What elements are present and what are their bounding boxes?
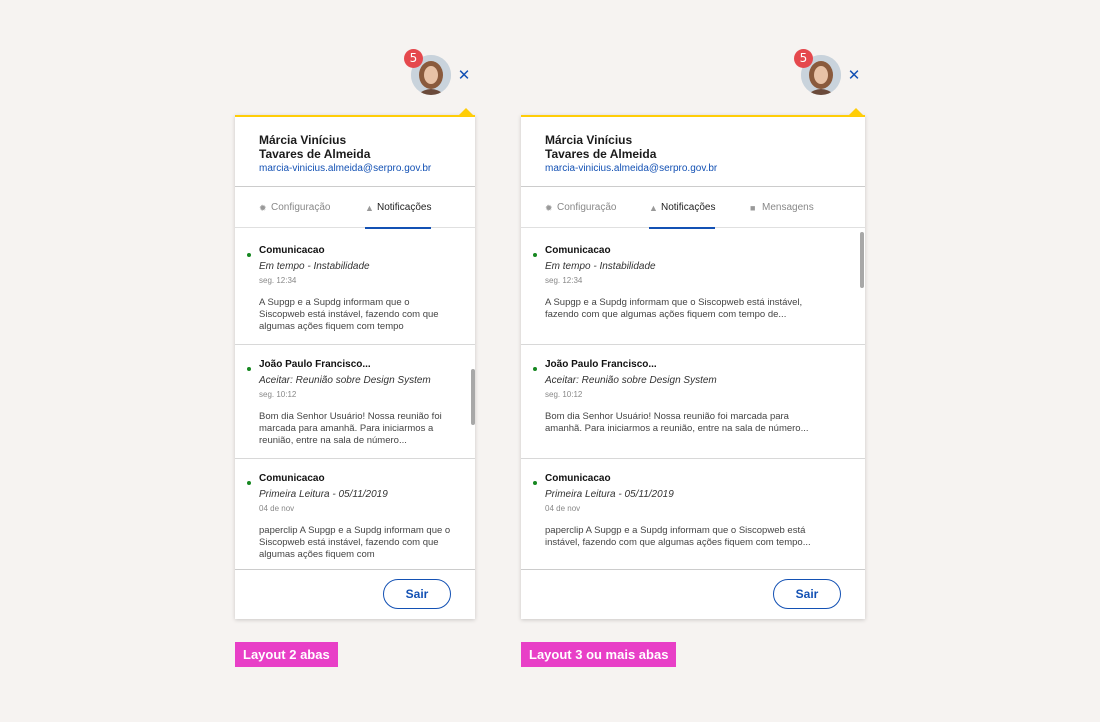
user-name-line2: Tavares de Almeida [545,147,657,161]
item-time: seg. 10:12 [545,390,583,399]
gear-icon: ✹ [545,202,553,213]
item-time: 04 de nov [545,504,581,513]
item-body: A Supgp e a Supdg informam que o Siscopw… [545,297,803,320]
item-body: paperclip A Supgp e a Supdg informam que… [259,525,451,560]
envelope-icon: ■ [750,202,756,213]
tab-label: Mensagens [762,202,814,213]
scrollbar-thumb[interactable] [860,232,864,288]
list-item[interactable]: Comunicacao Primeira Leitura - 05/11/201… [521,459,865,573]
user-email-link[interactable]: marcia-vinicius.almeida@serpro.gov.br [545,163,865,174]
bell-icon: ▲ [365,202,374,213]
item-subtitle: Em tempo - Instabilidade [259,261,370,272]
item-title: Comunicacao [259,473,325,484]
user-panel-three-tabs: Márcia Vinícius Tavares de Almeida marci… [521,108,865,619]
item-time: seg. 12:34 [545,276,583,285]
item-title: Comunicacao [259,245,325,256]
unread-dot [247,367,251,371]
layout-label-three-tabs: Layout 3 ou mais abas [521,642,677,667]
panel-footer: Sair [521,569,865,619]
logout-button[interactable]: Sair [383,579,451,609]
notification-list[interactable]: Comunicacao Em tempo - Instabilidade seg… [521,231,865,573]
item-body: Bom dia Senhor Usuário! Nossa reunião fo… [259,411,442,446]
list-item[interactable]: Comunicacao Em tempo - Instabilidade seg… [235,231,475,345]
close-icon[interactable]: ✕ [457,68,471,83]
tab-label: Notificações [661,202,716,213]
item-title: Comunicacao [545,245,611,256]
user-avatar-button[interactable]: 5 [404,49,451,95]
user-name-line2: Tavares de Almeida [259,147,371,161]
user-name-line1: Márcia Vinícius [545,133,633,147]
tab-configuracao[interactable]: ✹ Configuração [545,187,616,228]
item-subtitle: Aceitar: Reunião sobre Design System [545,375,717,386]
tab-label: Configuração [271,202,331,213]
unread-dot [533,481,537,485]
logout-button[interactable]: Sair [773,579,841,609]
tab-notificacoes[interactable]: ▲ Notificações [365,187,432,229]
panel-caret [849,108,863,115]
list-item[interactable]: João Paulo Francisco... Aceitar: Reunião… [521,345,865,459]
unread-dot [247,481,251,485]
user-avatar-button[interactable]: 5 [794,49,841,95]
item-title: João Paulo Francisco... [545,359,657,370]
user-info: Márcia Vinícius Tavares de Almeida marci… [235,117,475,187]
layout-label-two-tabs: Layout 2 abas [235,642,338,667]
tab-bar: ✹ Configuração ▲ Notificações [235,187,475,229]
item-time: seg. 12:34 [259,276,297,285]
panel-footer: Sair [235,569,475,619]
list-item[interactable]: Comunicacao Primeira Leitura - 05/11/201… [235,459,475,573]
item-body: A Supgp e a Supdg informam que o Siscopw… [259,297,439,332]
notification-list[interactable]: Comunicacao Em tempo - Instabilidade seg… [235,231,475,573]
user-name-line1: Márcia Vinícius [259,133,347,147]
tab-label: Notificações [377,202,432,213]
bell-icon: ▲ [649,202,658,213]
user-info: Márcia Vinícius Tavares de Almeida marci… [521,117,865,187]
tab-notificacoes[interactable]: ▲ Notificações [649,187,716,229]
item-title: João Paulo Francisco... [259,359,371,370]
item-subtitle: Primeira Leitura - 05/11/2019 [259,489,388,500]
list-item[interactable]: João Paulo Francisco... Aceitar: Reunião… [235,345,475,459]
tab-bar: ✹ Configuração ▲ Notificações ■ Mensagen… [521,187,865,229]
item-time: 04 de nov [259,504,295,513]
item-subtitle: Primeira Leitura - 05/11/2019 [545,489,674,500]
list-item[interactable]: Comunicacao Em tempo - Instabilidade seg… [521,231,865,345]
item-body: paperclip A Supgp e a Supdg informam que… [545,525,811,548]
unread-dot [533,253,537,257]
item-subtitle: Em tempo - Instabilidade [545,261,656,272]
item-body: Bom dia Senhor Usuário! Nossa reunião fo… [545,411,809,434]
item-time: seg. 10:12 [259,390,297,399]
unread-dot [533,367,537,371]
user-panel-two-tabs: Márcia Vinícius Tavares de Almeida marci… [235,108,475,619]
tab-mensagens[interactable]: ■ Mensagens [750,187,814,228]
tab-label: Configuração [557,202,617,213]
gear-icon: ✹ [259,202,267,213]
user-email-link[interactable]: marcia-vinicius.almeida@serpro.gov.br [259,163,475,174]
close-icon[interactable]: ✕ [847,68,861,83]
tab-configuracao[interactable]: ✹ Configuração [259,187,330,228]
scrollbar-thumb[interactable] [471,369,475,425]
item-title: Comunicacao [545,473,611,484]
unread-dot [247,253,251,257]
notification-count-badge: 5 [794,49,813,68]
notification-count-badge: 5 [404,49,423,68]
panel-caret [459,108,473,115]
item-subtitle: Aceitar: Reunião sobre Design System [259,375,431,386]
